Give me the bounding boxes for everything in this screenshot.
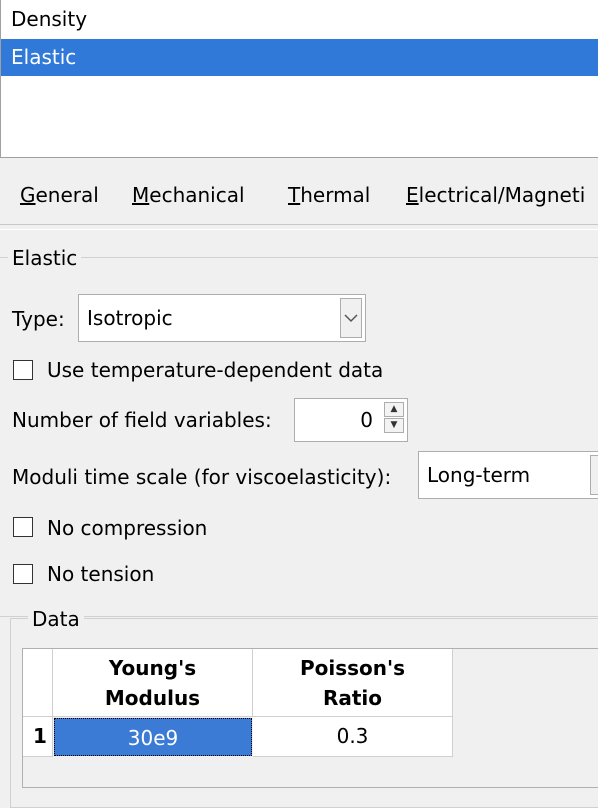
table-empty-area — [23, 757, 598, 787]
row-header[interactable]: 1 — [23, 717, 53, 757]
menu-label: eneral — [35, 183, 99, 207]
moduli-value: Long-term — [427, 463, 531, 487]
menu-mnemonic: E — [406, 183, 419, 207]
list-item-elastic[interactable]: Elastic — [1, 39, 598, 76]
no-tension-checkbox[interactable] — [13, 564, 33, 584]
field-vars-spinner[interactable]: 0 ▲ ▼ — [294, 398, 408, 442]
temp-dependent-label: Use temperature-dependent data — [47, 358, 384, 382]
list-item-label: Elastic — [11, 45, 77, 69]
menu-thermal[interactable]: Thermal — [288, 172, 370, 218]
moduli-select[interactable]: Long-term — [418, 451, 598, 499]
menu-separator-highlight — [0, 229, 598, 230]
no-tension-label: No tension — [47, 562, 155, 586]
table-empty-header-area — [453, 649, 598, 717]
menu-label: hermal — [300, 183, 371, 207]
menu-bar: General Mechanical Thermal Electrical/Ma… — [0, 172, 598, 218]
no-compression-checkbox[interactable] — [13, 517, 33, 537]
dropdown-button[interactable] — [340, 298, 362, 338]
dropdown-button[interactable] — [590, 455, 598, 495]
menu-electrical-magnetic[interactable]: Electrical/Magneti — [406, 172, 585, 218]
spin-up-button[interactable]: ▲ — [384, 402, 404, 417]
menu-general[interactable]: General — [20, 172, 99, 218]
column-header-poissons-ratio[interactable]: Poisson's Ratio — [253, 649, 453, 717]
field-vars-value: 0 — [360, 408, 373, 432]
column-header-line: Ratio — [322, 686, 383, 710]
menu-mnemonic: M — [132, 183, 150, 207]
field-vars-label: Number of field variables: — [12, 408, 272, 432]
data-group-title: Data — [28, 605, 84, 633]
spin-down-button[interactable]: ▼ — [384, 418, 404, 433]
chevron-down-icon — [344, 313, 358, 322]
column-header-youngs-modulus[interactable]: Young's Modulus — [53, 649, 253, 717]
menu-label: echanical — [149, 183, 245, 207]
elastic-group-title: Elastic — [8, 244, 82, 272]
table-cell-youngs-modulus[interactable]: 30e9 — [54, 718, 252, 756]
menu-label: lectrical/Magneti — [418, 183, 586, 207]
menu-mnemonic: G — [20, 183, 36, 207]
type-label: Type: — [12, 307, 65, 331]
column-header-line: Young's — [108, 656, 197, 680]
list-item-label: Density — [11, 7, 88, 31]
temp-dependent-checkbox[interactable] — [13, 360, 33, 380]
type-value: Isotropic — [87, 306, 173, 330]
menu-mechanical[interactable]: Mechanical — [132, 172, 245, 218]
moduli-label: Moduli time scale (for viscoelasticity): — [12, 465, 392, 489]
no-compression-label: No compression — [47, 516, 208, 540]
column-header-line: Poisson's — [299, 656, 406, 680]
table-corner — [23, 649, 53, 717]
menu-separator — [0, 224, 598, 225]
list-item-density[interactable]: Density — [1, 1, 598, 38]
material-behaviors-list[interactable]: Density Elastic — [0, 0, 598, 158]
type-select[interactable]: Isotropic — [78, 294, 366, 342]
column-header-line: Modulus — [104, 686, 201, 710]
table-cell-poissons-ratio[interactable]: 0.3 — [253, 717, 453, 757]
menu-mnemonic: T — [288, 183, 301, 207]
